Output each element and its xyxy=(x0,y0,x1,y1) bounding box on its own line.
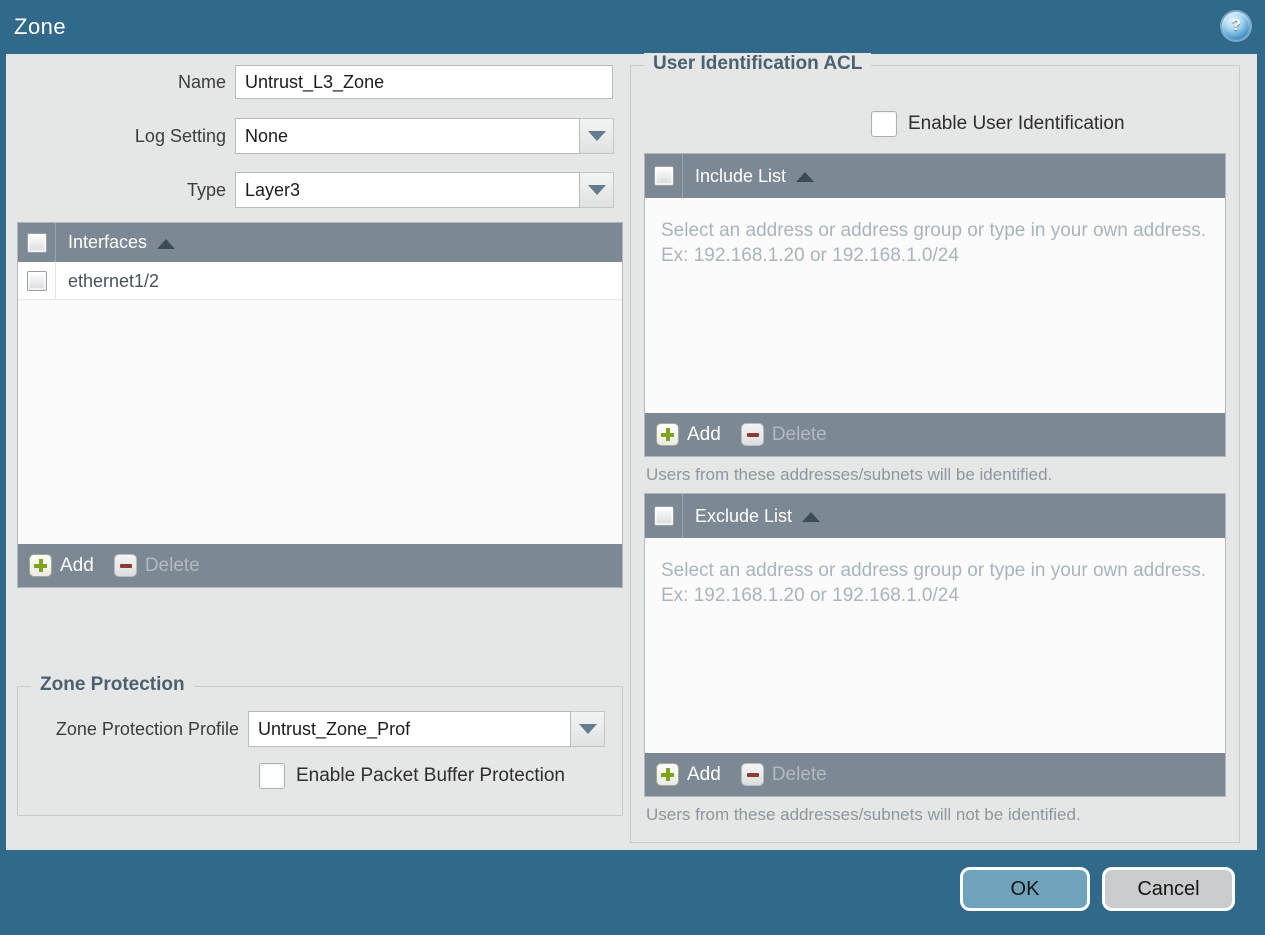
include-add-label: Add xyxy=(687,423,721,445)
include-select-all-checkbox[interactable] xyxy=(653,166,674,186)
enable-user-id-label: Enable User Identification xyxy=(908,113,1125,134)
include-list-table: Include List Select an address or addres… xyxy=(644,153,1226,457)
include-add-button[interactable]: Add xyxy=(656,423,721,446)
zone-protection-legend: Zone Protection xyxy=(31,674,194,696)
cancel-button[interactable]: Cancel xyxy=(1102,867,1235,911)
log-setting-dropdown-button[interactable] xyxy=(580,118,614,154)
user-id-acl-fieldset: User Identification ACL Enable User Iden… xyxy=(630,53,1240,843)
interfaces-select-all-cell xyxy=(18,223,56,262)
exclude-list-caption: Users from these addresses/subnets will … xyxy=(646,805,1081,824)
packet-buffer-label: Enable Packet Buffer Protection xyxy=(296,765,565,786)
delete-icon xyxy=(113,554,137,577)
enable-user-id-row: Enable User Identification xyxy=(871,111,1125,137)
exclude-list-header: Exclude List xyxy=(645,494,1225,538)
dialog-titlebar: Zone ? xyxy=(0,0,1265,54)
packet-buffer-row: Enable Packet Buffer Protection xyxy=(259,763,565,789)
name-input[interactable] xyxy=(235,65,613,99)
interface-row-checkbox-cell xyxy=(18,262,56,299)
ok-button[interactable]: OK xyxy=(960,867,1090,911)
help-glyph: ? xyxy=(1231,17,1241,34)
log-setting-input[interactable] xyxy=(235,118,580,154)
include-list-caption: Users from these addresses/subnets will … xyxy=(646,465,1053,484)
interfaces-table-footer: Add Delete xyxy=(18,544,622,587)
enable-user-id-checkbox[interactable] xyxy=(871,111,897,137)
include-list-body[interactable]: Select an address or address group or ty… xyxy=(645,198,1225,413)
log-setting-row: Log Setting xyxy=(6,118,614,154)
include-list-placeholder: Select an address or address group or ty… xyxy=(661,220,1206,266)
interfaces-select-all-checkbox[interactable] xyxy=(26,232,47,253)
delete-icon xyxy=(740,763,764,786)
chevron-down-icon xyxy=(587,131,606,141)
interfaces-header-label: Interfaces xyxy=(68,232,148,252)
add-icon xyxy=(29,554,52,577)
interfaces-column-header[interactable]: Interfaces xyxy=(56,223,176,262)
add-icon xyxy=(656,763,679,786)
exclude-list-footer: Add Delete xyxy=(645,753,1225,796)
zone-dialog-panel: Name Log Setting Type Interfaces xyxy=(6,53,1257,850)
log-setting-label: Log Setting xyxy=(134,125,226,146)
type-combo xyxy=(235,172,614,208)
interfaces-table-header: Interfaces xyxy=(18,223,622,262)
include-delete-label: Delete xyxy=(771,423,827,445)
type-label: Type xyxy=(186,179,226,200)
include-header-label: Include List xyxy=(695,165,787,186)
zone-protection-profile-row: Zone Protection Profile xyxy=(18,711,605,747)
exclude-delete-button[interactable]: Delete xyxy=(740,763,827,786)
help-icon[interactable]: ? xyxy=(1222,12,1250,40)
add-icon xyxy=(656,423,679,446)
exclude-list-body[interactable]: Select an address or address group or ty… xyxy=(645,538,1225,753)
exclude-list-table: Exclude List Select an address or addres… xyxy=(644,493,1226,797)
exclude-add-button[interactable]: Add xyxy=(656,763,721,786)
zone-protection-profile-label: Zone Protection Profile xyxy=(55,718,239,739)
delete-icon xyxy=(740,423,764,446)
type-row: Type xyxy=(6,172,614,208)
interface-name: ethernet1/2 xyxy=(68,271,160,291)
exclude-list-placeholder: Select an address or address group or ty… xyxy=(661,560,1206,606)
interfaces-add-button[interactable]: Add xyxy=(29,554,94,577)
zone-protection-profile-combo xyxy=(248,711,605,747)
exclude-select-all-checkbox[interactable] xyxy=(653,506,674,526)
user-id-acl-legend: User Identification ACL xyxy=(644,53,872,75)
chevron-down-icon xyxy=(578,724,597,734)
log-setting-combo xyxy=(235,118,614,154)
type-dropdown-button[interactable] xyxy=(580,172,614,208)
zone-protection-fieldset: Zone Protection Zone Protection Profile … xyxy=(17,674,623,816)
interfaces-delete-button[interactable]: Delete xyxy=(113,554,200,577)
zone-protection-profile-dropdown-button[interactable] xyxy=(571,711,605,747)
exclude-column-header[interactable]: Exclude List xyxy=(683,494,821,538)
interfaces-delete-label: Delete xyxy=(144,554,200,576)
exclude-add-label: Add xyxy=(687,763,721,785)
include-column-header[interactable]: Include List xyxy=(683,154,815,198)
exclude-header-label: Exclude List xyxy=(695,505,793,526)
interfaces-table-body xyxy=(18,300,622,544)
include-list-footer: Add Delete xyxy=(645,413,1225,456)
sort-ascending-icon xyxy=(796,172,815,182)
name-label: Name xyxy=(177,71,226,92)
name-row: Name xyxy=(6,65,613,99)
sort-ascending-icon xyxy=(157,238,176,249)
exclude-delete-label: Delete xyxy=(771,763,827,785)
zone-protection-profile-input[interactable] xyxy=(248,711,571,747)
dialog-title: Zone xyxy=(14,14,67,39)
chevron-down-icon xyxy=(587,185,606,195)
interfaces-add-label: Add xyxy=(60,554,94,576)
packet-buffer-checkbox[interactable] xyxy=(259,763,285,789)
interfaces-table: Interfaces ethernet1/2 Add Delete xyxy=(17,222,623,588)
interface-row-checkbox[interactable] xyxy=(26,270,47,291)
include-select-all-cell xyxy=(645,154,683,198)
exclude-select-all-cell xyxy=(645,494,683,538)
include-list-header: Include List xyxy=(645,154,1225,198)
interface-row[interactable]: ethernet1/2 xyxy=(18,262,622,300)
include-delete-button[interactable]: Delete xyxy=(740,423,827,446)
sort-ascending-icon xyxy=(802,512,821,522)
type-input[interactable] xyxy=(235,172,580,208)
